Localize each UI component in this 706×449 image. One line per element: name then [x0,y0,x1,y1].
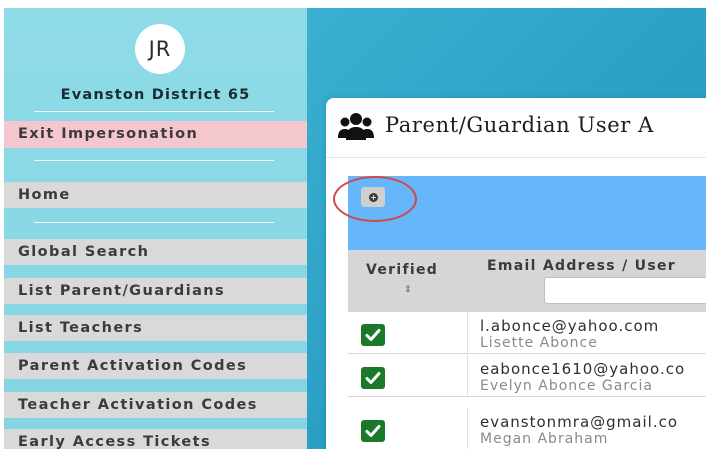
sort-icon[interactable]: ⇕ [404,285,412,295]
add-user-button[interactable] [361,187,385,207]
verified-checkbox[interactable] [361,324,385,346]
user-name: Evelyn Abonce Garcia [480,378,653,394]
exit-impersonation-button[interactable]: Exit Impersonation [4,121,307,148]
divider [34,111,274,112]
divider [34,160,274,161]
sidebar-item-global-search[interactable]: Global Search [4,239,307,265]
avatar[interactable]: JR [135,24,185,74]
table-row[interactable]: evanstonmra@gmail.co Megan Abraham [348,408,706,449]
users-icon [338,113,374,140]
verified-checkbox[interactable] [361,367,385,389]
column-header-verified[interactable]: Verified [366,262,438,278]
table-row[interactable]: eabonce1610@yahoo.co Evelyn Abonce Garci… [348,355,706,397]
verified-checkbox[interactable] [361,420,385,442]
page-title: Parent/Guardian User A [385,113,654,137]
user-email: l.abonce@yahoo.com [480,317,660,335]
panel-header: Parent/Guardian User A [326,98,706,158]
sidebar-item-teacher-activation-codes[interactable]: Teacher Activation Codes [4,392,307,418]
email-filter-input[interactable] [544,277,706,304]
divider [34,222,274,223]
table-row[interactable]: l.abonce@yahoo.com Lisette Abonce [348,312,706,354]
column-divider [467,355,468,396]
table-toolbar [348,176,706,250]
column-divider [467,312,468,353]
users-panel: Parent/Guardian User A Verified ⇕ Email … [326,98,706,449]
user-email: evanstonmra@gmail.co [480,413,679,431]
checkmark-icon [365,372,381,384]
sidebar-item-list-teachers[interactable]: List Teachers [4,315,307,341]
sidebar-item-early-access-tickets[interactable]: Early Access Tickets [4,429,307,449]
sidebar-item-home[interactable]: Home [4,182,307,208]
sidebar-item-parent-activation-codes[interactable]: Parent Activation Codes [4,353,307,379]
plus-circle-icon [368,192,378,202]
sidebar-item-list-parent-guardians[interactable]: List Parent/Guardians [4,278,307,304]
user-name: Lisette Abonce [480,335,598,351]
user-email: eabonce1610@yahoo.co [480,360,686,378]
table-header: Verified ⇕ Email Address / User [348,250,706,312]
checkmark-icon [365,425,381,437]
column-header-email[interactable]: Email Address / User [487,258,676,274]
user-name: Megan Abraham [480,431,609,447]
sidebar: JR Evanston District 65 Exit Impersonati… [4,8,307,449]
checkmark-icon [365,329,381,341]
district-name: Evanston District 65 [60,87,251,103]
column-divider [467,408,468,449]
